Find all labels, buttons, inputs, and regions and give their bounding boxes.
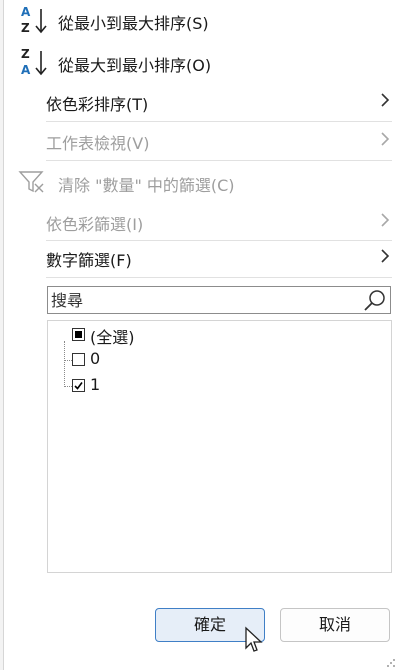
menu-item-filter-by-color: 依色彩篩選(I) [4, 202, 400, 240]
select-all-label: (全選) [90, 328, 135, 347]
menu-separator [46, 160, 392, 161]
menu-item-sort-ascending[interactable]: A Z 從最小到最大排序(S) [4, 1, 400, 39]
clear-filter-label: 清除 "數量" 中的篩選(C) [58, 176, 235, 195]
select-all-checkbox[interactable] [72, 328, 85, 341]
sort-descending-icon: Z A [21, 47, 47, 77]
value-label: 0 [90, 349, 101, 368]
chevron-right-icon [381, 213, 390, 227]
value-checkbox[interactable] [72, 353, 85, 366]
svg-text:Z: Z [21, 47, 30, 61]
menu-item-sort-by-color[interactable]: 依色彩排序(T) [4, 82, 400, 120]
resize-grip-icon[interactable] [386, 658, 396, 668]
search-icon[interactable] [362, 288, 388, 314]
search-box[interactable] [47, 286, 391, 314]
value-checkbox[interactable] [72, 379, 85, 392]
sort-ascending-icon: A Z [21, 5, 47, 35]
menu-item-sheet-view: 工作表檢視(V) [4, 121, 400, 159]
filter-values-list[interactable]: (全選) 0 1 [47, 320, 392, 573]
tree-connector [64, 360, 72, 361]
chevron-right-icon [381, 93, 390, 107]
checkmark-icon [74, 382, 83, 390]
sort-descending-label: 從最大到最小排序(O) [58, 56, 212, 75]
cancel-button[interactable]: 取消 [280, 608, 390, 642]
list-item[interactable]: 1 [64, 374, 184, 398]
sort-ascending-label: 從最小到最大排序(S) [58, 14, 209, 33]
list-item[interactable]: 0 [64, 348, 184, 372]
sheet-view-label: 工作表檢視(V) [46, 134, 150, 153]
chevron-right-icon [381, 132, 390, 146]
sort-by-color-label: 依色彩排序(T) [46, 95, 149, 114]
filter-dropdown-menu: A Z 從最小到最大排序(S) Z A 從最大到最小排序(O) 依色彩排序(T)… [4, 0, 400, 670]
menu-item-number-filters[interactable]: 數字篩選(F) [4, 238, 400, 276]
chevron-right-icon [381, 249, 390, 263]
tree-connector [64, 386, 72, 387]
menu-separator [46, 277, 392, 278]
svg-text:A: A [21, 63, 31, 77]
menu-item-sort-descending[interactable]: Z A 從最大到最小排序(O) [4, 43, 400, 81]
value-label: 1 [90, 375, 101, 394]
mouse-pointer-icon [245, 626, 263, 652]
filter-by-color-label: 依色彩篩選(I) [46, 215, 144, 234]
menu-item-clear-filter: 清除 "數量" 中的篩選(C) [4, 163, 400, 201]
number-filters-label: 數字篩選(F) [46, 251, 132, 270]
list-item-select-all[interactable]: (全選) [64, 323, 184, 347]
svg-text:Z: Z [21, 21, 30, 35]
search-input[interactable] [48, 287, 361, 313]
svg-text:A: A [21, 5, 31, 19]
clear-filter-icon [18, 171, 44, 193]
